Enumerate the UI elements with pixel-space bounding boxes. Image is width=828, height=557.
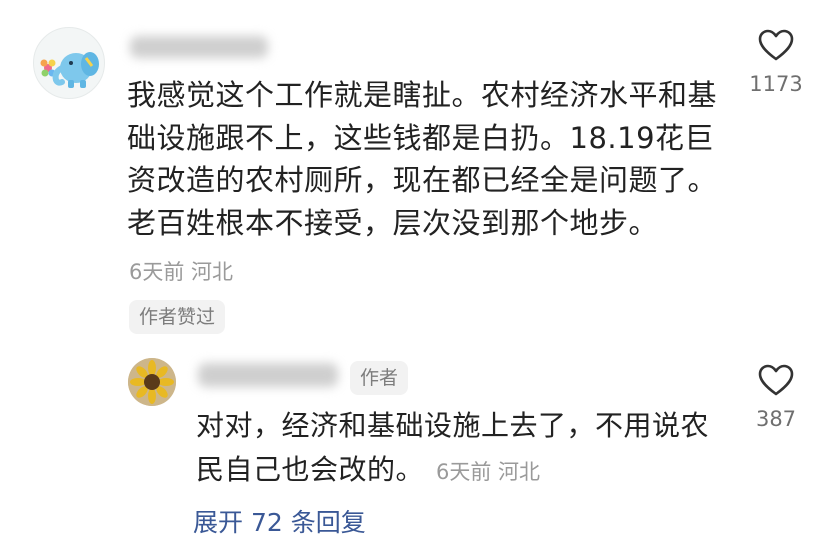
reply-like-button[interactable]: 387 [746,363,806,431]
elephant-avatar-icon [40,52,99,88]
heart-icon [758,29,794,61]
reply-like-count: 387 [755,407,797,431]
commenter-avatar[interactable] [33,27,105,99]
reply-body: 对对，经济和基础设施上去了，不用说农民自己也会改的。 6天前 河北 [196,404,716,494]
comment-meta: 6天前 河北 [129,260,234,284]
reply-author-name-blurred[interactable] [198,363,338,387]
reply-meta: 6天前 河北 [436,460,541,484]
expand-replies-link[interactable]: 展开 72 条回复 [193,503,366,539]
commenter-name-blurred[interactable] [130,36,268,58]
sunflower-avatar-icon [128,358,176,406]
reply-author-avatar[interactable] [128,358,176,406]
heart-icon [758,364,794,396]
author-liked-badge: 作者赞过 [129,300,226,334]
comment-text: 我感觉这个工作就是瞎扯。农村经济水平和基础设施跟不上，这些钱都是白扔。18.19… [127,78,718,240]
comment-like-count: 1173 [749,72,803,96]
author-badge: 作者 [350,361,409,395]
comment-like-button[interactable]: 1173 [746,28,806,96]
